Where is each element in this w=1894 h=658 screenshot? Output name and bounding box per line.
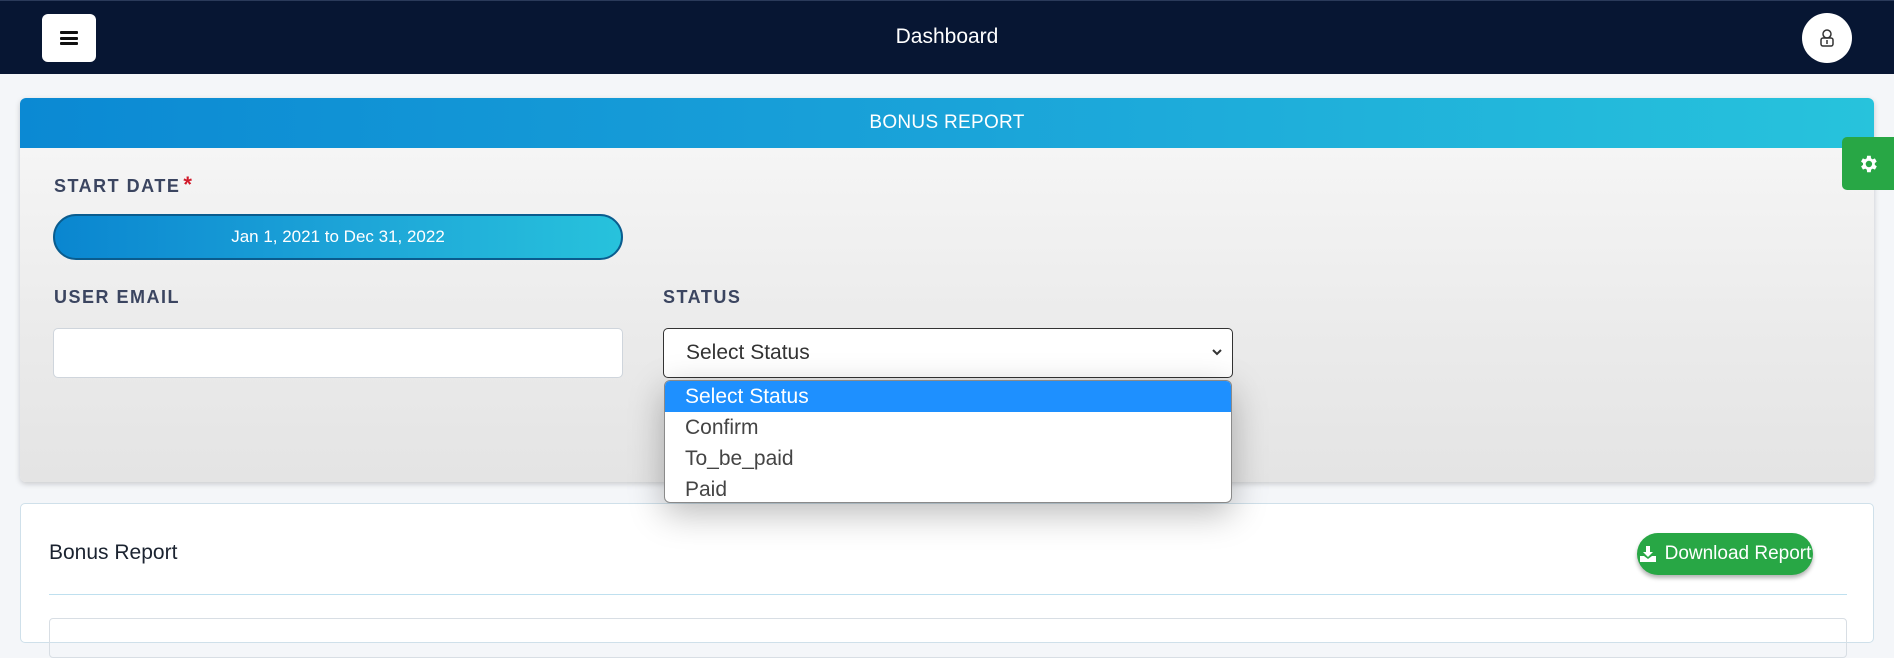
status-option[interactable]: Confirm — [665, 412, 1231, 443]
profile-button[interactable] — [1802, 13, 1852, 63]
top-navbar: Dashboard — [0, 0, 1894, 74]
status-select-value: Select Status — [686, 341, 810, 364]
status-label: STATUS — [663, 287, 742, 307]
report-divider — [49, 594, 1847, 595]
filter-card-title: BONUS REPORT — [20, 98, 1874, 148]
user-email-label: USER EMAIL — [54, 287, 181, 307]
status-option[interactable]: Paid — [665, 474, 1231, 502]
status-dropdown-list: Select Status Confirm To_be_paid Paid — [664, 380, 1232, 503]
start-date-label: START DATE * — [54, 172, 193, 198]
start-date-label-text: START DATE — [54, 176, 181, 196]
settings-tab-button[interactable] — [1842, 137, 1894, 190]
user-icon — [1820, 29, 1834, 47]
date-range-picker[interactable]: Jan 1, 2021 to Dec 31, 2022 — [53, 214, 623, 260]
user-email-input[interactable] — [53, 328, 623, 378]
report-table-container — [49, 618, 1847, 658]
page-title: Dashboard — [895, 25, 999, 48]
status-option[interactable]: Select Status — [665, 381, 1231, 412]
report-title: Bonus Report — [49, 541, 178, 564]
download-report-button[interactable]: Download Report — [1637, 533, 1813, 575]
gear-icon — [1861, 155, 1877, 172]
status-option[interactable]: To_be_paid — [665, 443, 1231, 474]
download-report-label: Download Report — [1664, 543, 1812, 564]
report-card: Bonus Report Download Report — [20, 503, 1874, 658]
download-icon — [1639, 546, 1656, 562]
chevron-down-icon — [1212, 349, 1222, 356]
required-marker: * — [183, 172, 194, 197]
status-select[interactable]: Select Status — [663, 328, 1233, 378]
